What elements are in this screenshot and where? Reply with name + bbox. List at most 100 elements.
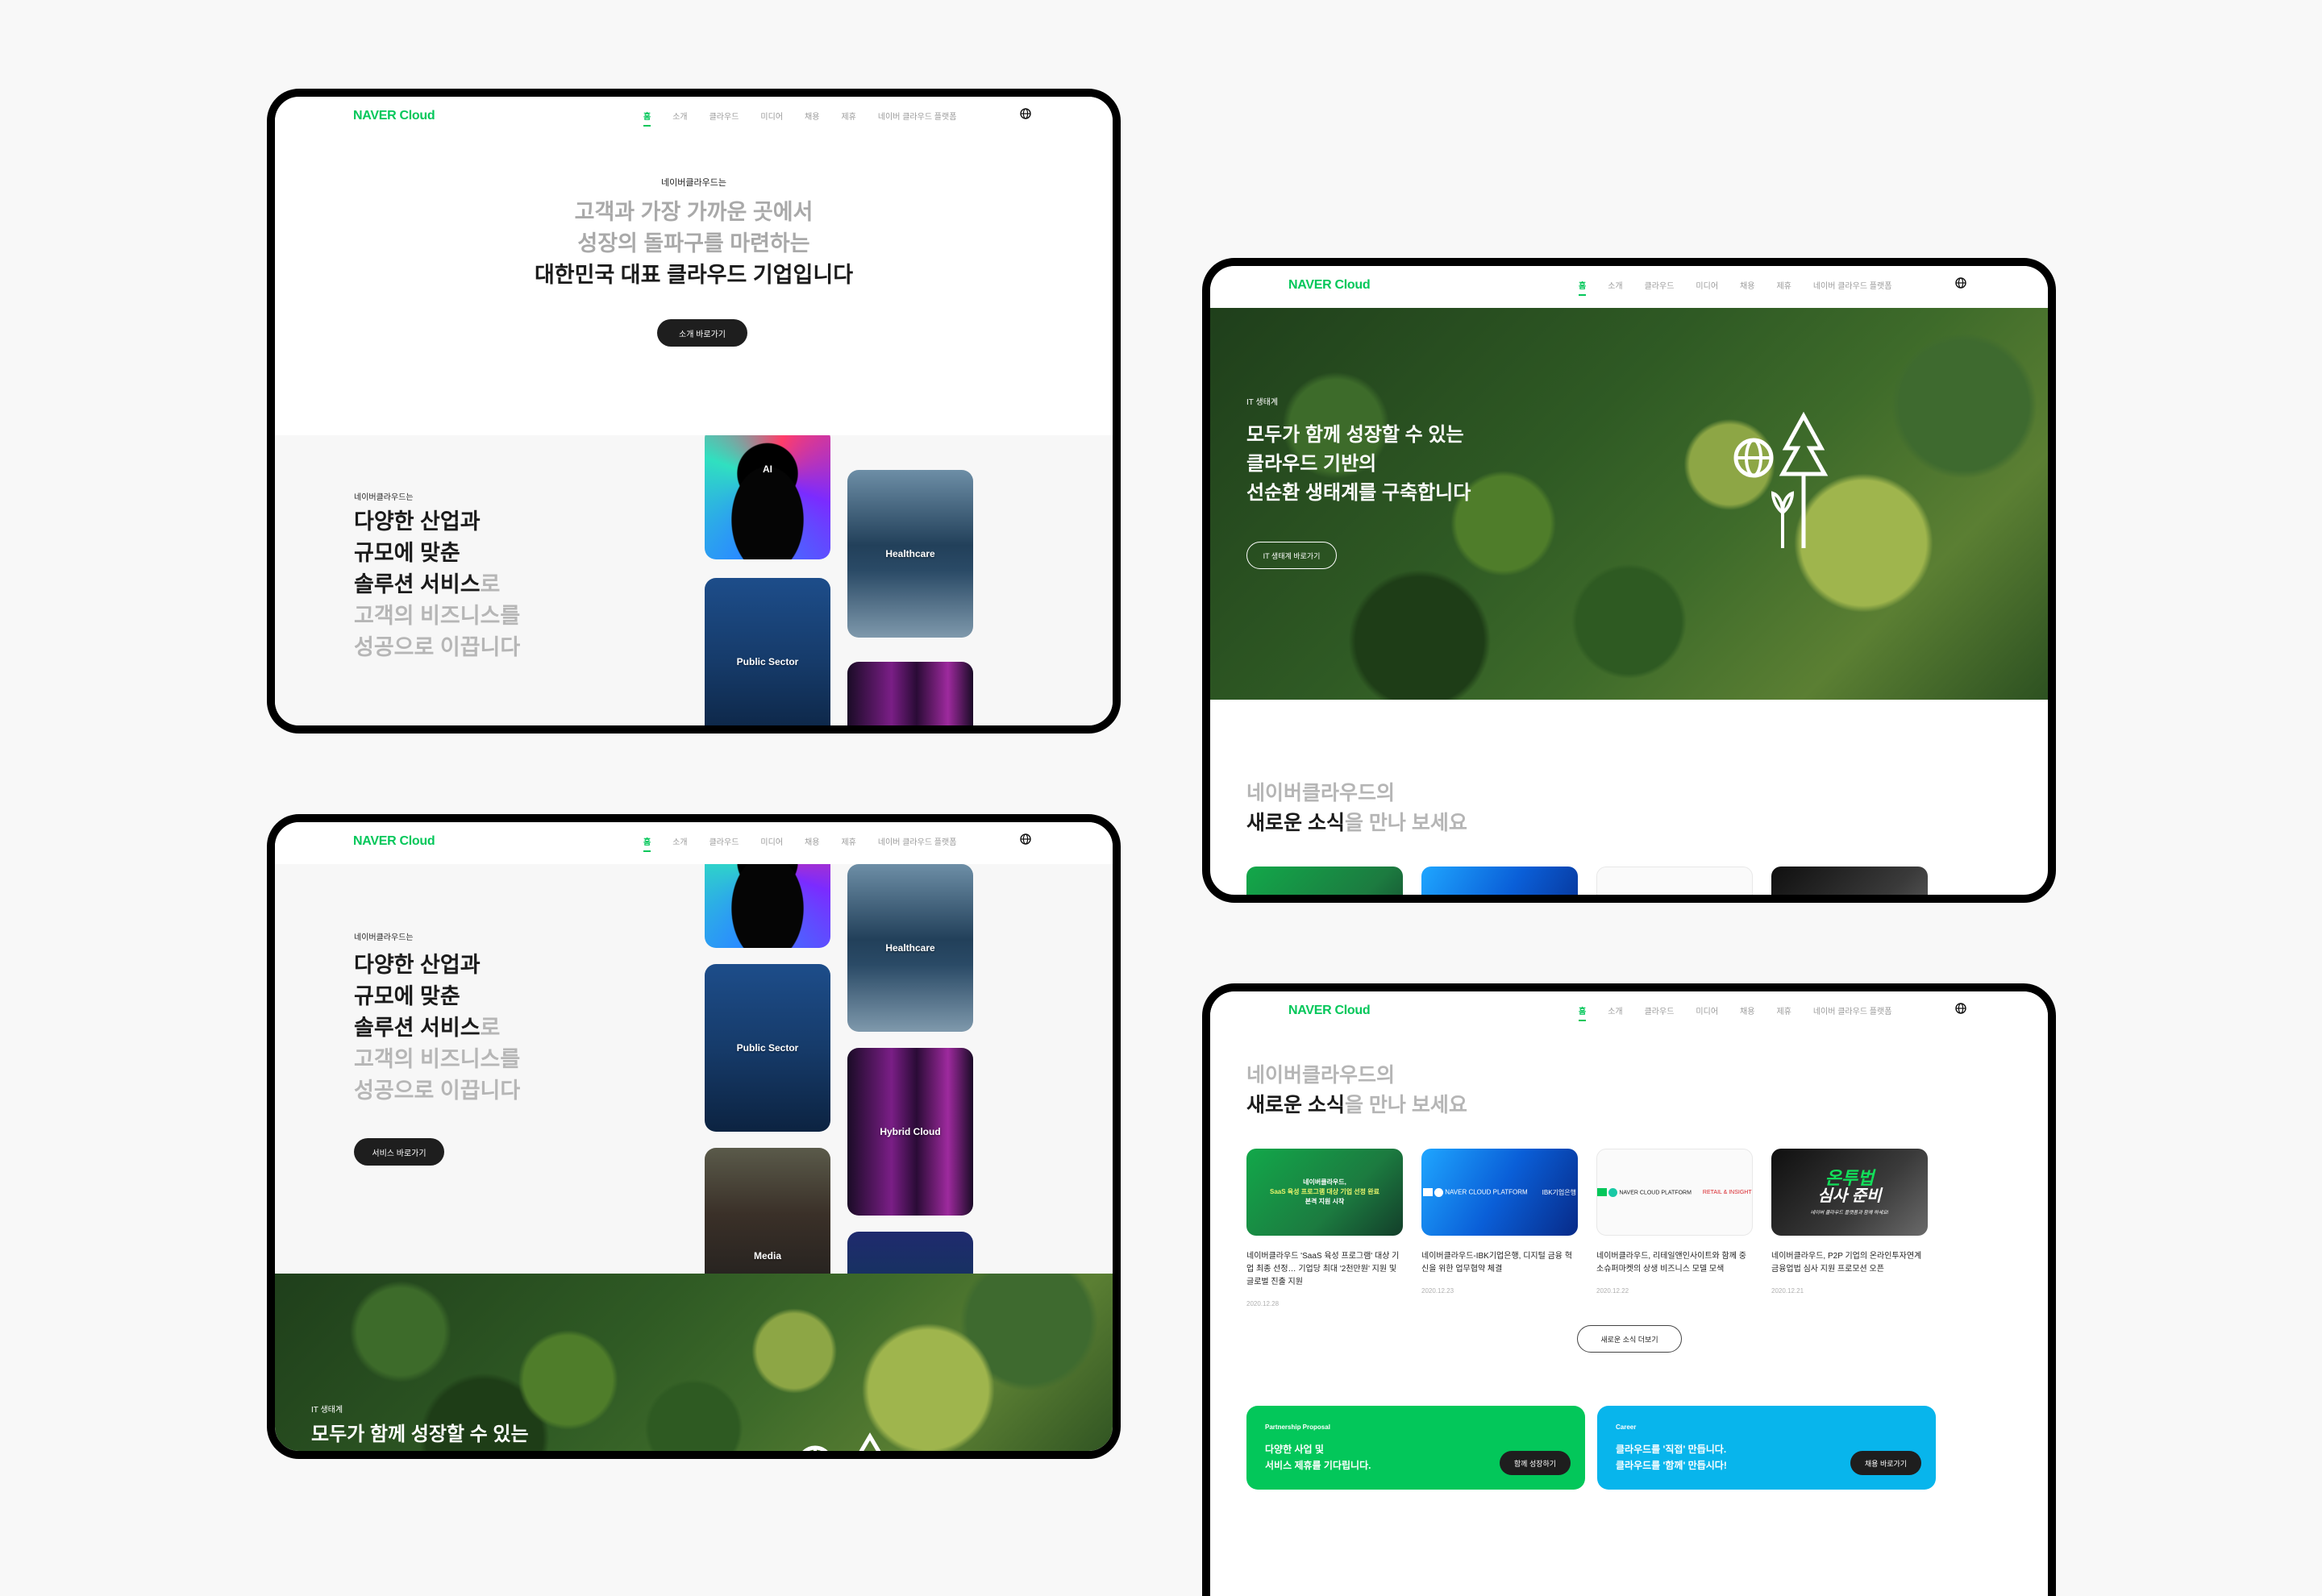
nav-item-ncp[interactable]: 네이버 클라우드 플랫폼	[1813, 279, 1892, 291]
nav-item-ncp[interactable]: 네이버 클라우드 플랫폼	[878, 110, 957, 122]
news-title: 네이버클라우드의 새로운 소식을 만나 보세요	[1246, 779, 1467, 838]
news-card[interactable]: 네이버클라우드, SaaS 육성 프로그램 대상 기업 선정 완료 본격 지원 …	[1246, 1149, 1403, 1307]
globe-icon[interactable]	[1955, 277, 1966, 289]
globe-icon[interactable]	[1020, 108, 1031, 119]
hero-eyebrow: 네이버클라우드는	[661, 178, 726, 188]
ncp-logo: NAVER CLOUD PLATFORM	[1423, 1187, 1528, 1197]
news-card-headline[interactable]: 네이버클라우드, P2P 기업의 온라인투자연계금융업법 심사 지원 프로모션 …	[1771, 1250, 1928, 1276]
nav-item-about[interactable]: 소개	[1608, 279, 1622, 291]
news-title: 네이버클라우드의 새로운 소식을 만나 보세요	[1246, 1061, 1467, 1120]
service-tile-hybrid-cloud[interactable]: Hybrid Cloud	[847, 1048, 973, 1216]
news-card[interactable]	[1596, 867, 1753, 895]
nav-item-home[interactable]: 홈	[1579, 1004, 1587, 1021]
services-section: 네이버클라우드는 다양한 산업과 규모에 맞춘 솔루션 서비스로 고객의 비즈니…	[275, 864, 1113, 1274]
services-title-line: 솔루션 서비스	[354, 572, 481, 596]
service-tile-ai[interactable]	[705, 864, 830, 948]
news-card[interactable]: 온투법 심사 준비 네이버 클라우드 플랫폼과 함께 하세요! 네이버클라우드,…	[1771, 1149, 1928, 1295]
news-card-image: NAVER CLOUD PLATFORM RETAIL & INSIGHT	[1596, 1149, 1753, 1236]
services-title-line: 다양한 산업과	[354, 509, 481, 534]
news-card-date: 2020.12.22	[1596, 1287, 1629, 1295]
news-card[interactable]: NAVER CLOUD PLATFORM RETAIL & INSIGHT 네이…	[1596, 1149, 1753, 1295]
news-card-date: 2020.12.21	[1771, 1287, 1804, 1295]
nav-item-careers[interactable]: 채용	[1740, 279, 1754, 291]
nav-item-ncp[interactable]: 네이버 클라우드 플랫폼	[1813, 1004, 1892, 1016]
careers-link-button[interactable]: 채용 바로가기	[1850, 1451, 1921, 1475]
nav-item-cloud[interactable]: 클라우드	[1645, 279, 1675, 291]
news-card-date: 2020.12.28	[1246, 1300, 1280, 1307]
nav-item-careers[interactable]: 채용	[805, 835, 819, 847]
service-tile-public-sector[interactable]: Public Sector	[705, 578, 830, 725]
naver-cloud-logo[interactable]: NAVER Cloud	[1288, 278, 1371, 293]
nav-item-media[interactable]: 미디어	[1696, 279, 1718, 291]
news-card-headline[interactable]: 네이버클라우드 'SaaS 육성 프로그램' 대상 기업 최종 선정… 기업당 …	[1246, 1250, 1403, 1289]
promo-label: Partnership Proposal	[1265, 1424, 1330, 1431]
nav-item-about[interactable]: 소개	[672, 835, 687, 847]
nav-item-cloud[interactable]: 클라우드	[710, 835, 739, 847]
services-link-button[interactable]: 서비스 바로가기	[354, 1138, 444, 1166]
nav-item-media[interactable]: 미디어	[760, 110, 783, 122]
nav-item-cloud[interactable]: 클라우드	[1645, 1004, 1675, 1016]
screen-home-ecosystem: NAVER Cloud 홈 소개 클라우드 미디어 채용 제휴 네이버 클라우드…	[1202, 258, 2056, 903]
main-nav: 홈 소개 클라우드 미디어 채용 제휴 네이버 클라우드 플랫폼	[1579, 1004, 1913, 1021]
service-tile-healthcare[interactable]: Healthcare	[847, 470, 973, 638]
news-card[interactable]	[1246, 867, 1403, 895]
globe-icon[interactable]	[1020, 833, 1031, 845]
news-card-headline[interactable]: 네이버클라우드-IBK기업은행, 디지털 금융 혁신을 위한 업무협약 체결	[1421, 1250, 1578, 1276]
nav-item-partnership[interactable]: 제휴	[1776, 279, 1791, 291]
nav-item-partnership[interactable]: 제휴	[1776, 1004, 1791, 1016]
nav-item-home[interactable]: 홈	[643, 835, 651, 852]
site-header: NAVER Cloud 홈 소개 클라우드 미디어 채용 제휴 네이버 클라우드…	[1210, 266, 2048, 308]
nav-item-cloud[interactable]: 클라우드	[710, 110, 739, 122]
services-title: 다양한 산업과 규모에 맞춘 솔루션 서비스로 고객의 비즈니스를 성공으로 이…	[354, 950, 520, 1107]
services-eyebrow: 네이버클라우드는	[354, 933, 414, 942]
nav-item-about[interactable]: 소개	[1608, 1004, 1622, 1016]
nav-item-partnership[interactable]: 제휴	[841, 835, 855, 847]
hero-title-line: 성장의 돌파구를 마련하는	[577, 231, 810, 256]
hero-title-line: 고객과 가장 가까운 곳에서	[574, 200, 814, 224]
naver-cloud-logo[interactable]: NAVER Cloud	[353, 109, 435, 123]
news-card[interactable]: NAVER CLOUD PLATFORM IBK기업은행 네이버클라우드-IBK…	[1421, 1149, 1578, 1295]
nav-item-media[interactable]: 미디어	[760, 835, 783, 847]
ncp-logo: NAVER CLOUD PLATFORM	[1597, 1187, 1692, 1197]
news-title-suffix: 을 만나 보세요	[1344, 812, 1467, 834]
news-card-image: 온투법	[1771, 867, 1928, 903]
news-card[interactable]: 온투법	[1771, 867, 1928, 903]
about-link-button[interactable]: 소개 바로가기	[657, 319, 747, 347]
nav-item-home[interactable]: 홈	[1579, 279, 1587, 296]
news-card-image-text: 온투법	[1825, 1167, 1875, 1188]
ecosystem-title-line: 선순환 생태계를 구축합니다	[1246, 482, 1471, 504]
nav-item-partnership[interactable]: 제휴	[841, 110, 855, 122]
ecosystem-link-button[interactable]: IT 생태계 바로가기	[1246, 542, 1337, 569]
service-tile-more[interactable]	[847, 1232, 973, 1274]
main-nav: 홈 소개 클라우드 미디어 채용 제휴 네이버 클라우드 플랫폼	[643, 110, 978, 127]
news-card-headline[interactable]: 네이버클라우드, 리테일앤인사이트와 함께 중소슈퍼마켓의 상생 비즈니스 모델…	[1596, 1250, 1753, 1276]
news-title-line: 네이버클라우드의	[1246, 1064, 1396, 1087]
service-tile-public-sector[interactable]: Public Sector	[705, 964, 830, 1132]
promo-text: 다양한 사업 및 서비스 제휴를 기다립니다.	[1265, 1441, 1371, 1473]
nav-item-ncp[interactable]: 네이버 클라우드 플랫폼	[878, 835, 957, 847]
ecosystem-section: IT 생태계 모두가 함께 성장할 수 있는	[275, 1274, 1113, 1451]
partnership-promo: Partnership Proposal 다양한 사업 및 서비스 제휴를 기다…	[1246, 1406, 1585, 1490]
service-tile-hybrid-cloud[interactable]	[847, 662, 973, 725]
promo-text: 클라우드를 '직접' 만듭니다. 클라우드를 '함께' 만듭시다!	[1616, 1441, 1727, 1473]
more-news-button[interactable]: 새로운 소식 더보기	[1577, 1325, 1682, 1353]
nav-item-careers[interactable]: 채용	[1740, 1004, 1754, 1016]
naver-cloud-logo[interactable]: NAVER Cloud	[1288, 1004, 1371, 1018]
grow-together-button[interactable]: 함께 성장하기	[1500, 1451, 1571, 1475]
news-card-image-text: 온투법	[1825, 901, 1875, 903]
ecosystem-title: 모두가 함께 성장할 수 있는 클라우드 기반의 선순환 생태계를 구축합니다	[1246, 421, 1471, 508]
naver-cloud-logo[interactable]: NAVER Cloud	[353, 834, 435, 849]
nav-item-home[interactable]: 홈	[643, 110, 651, 127]
service-tile-label: Hybrid Cloud	[880, 1126, 941, 1137]
service-tile-media[interactable]: Media	[705, 1148, 830, 1274]
nav-item-about[interactable]: 소개	[672, 110, 687, 122]
globe-icon[interactable]	[1955, 1003, 1966, 1014]
nav-item-careers[interactable]: 채용	[805, 110, 819, 122]
news-card[interactable]	[1421, 867, 1578, 895]
service-tile-ai[interactable]: AI	[705, 435, 830, 559]
site-header: NAVER Cloud 홈 소개 클라우드 미디어 채용 제휴 네이버 클라우드…	[1210, 991, 2048, 1033]
service-tile-healthcare[interactable]: Healthcare	[847, 864, 973, 1032]
nav-item-media[interactable]: 미디어	[1696, 1004, 1718, 1016]
service-tile-label: AI	[763, 463, 772, 475]
ecosystem-eyebrow: IT 생태계	[311, 1406, 343, 1415]
